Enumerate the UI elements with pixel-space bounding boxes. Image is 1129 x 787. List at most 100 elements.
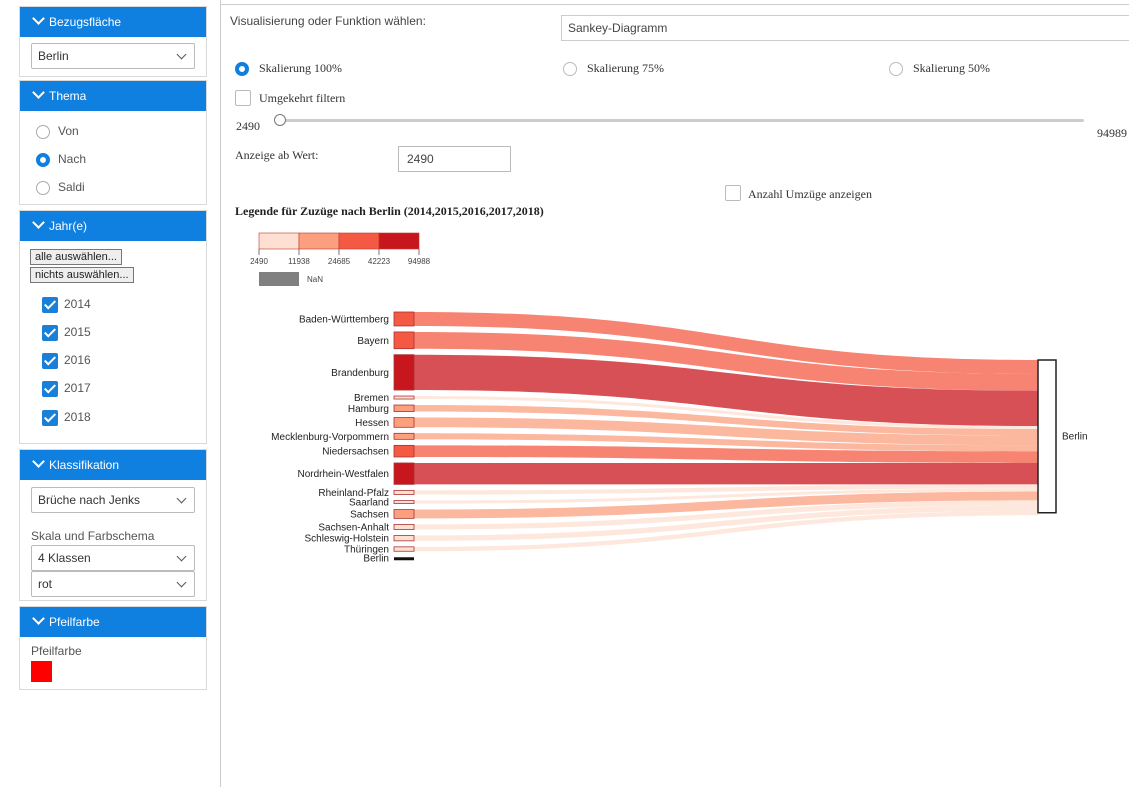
radio-von[interactable]: Von bbox=[36, 122, 79, 140]
radio-label: Skalierung 50% bbox=[913, 61, 990, 75]
radio-selected-icon bbox=[235, 62, 249, 77]
radio-label: Nach bbox=[58, 152, 87, 166]
panel-header-pfeilfarbe[interactable]: Pfeilfarbe bbox=[20, 607, 206, 637]
sankey-link bbox=[414, 462, 1038, 485]
color-swatch[interactable] bbox=[31, 661, 52, 682]
sankey-target-label: Berlin bbox=[1062, 431, 1088, 442]
panel-header-jahre[interactable]: Jahr(e) bbox=[20, 211, 206, 241]
sankey-source-node bbox=[393, 395, 415, 400]
panel-bezugsflaeche: Bezugsfläche Berlin bbox=[19, 6, 207, 77]
legend-break-label: 24685 bbox=[328, 257, 351, 266]
radio-label: Von bbox=[58, 124, 79, 138]
legend-swatch bbox=[298, 232, 340, 250]
radio-label: Saldi bbox=[58, 180, 85, 194]
sankey-source-node bbox=[393, 444, 415, 458]
sankey-source-label: Saarland bbox=[349, 498, 389, 509]
legend-swatch bbox=[338, 232, 380, 250]
sankey-source-node bbox=[393, 546, 415, 552]
year-checkbox-2016[interactable]: 2016 bbox=[42, 353, 91, 369]
sankey-links bbox=[414, 312, 1038, 552]
scaling-radio-50[interactable]: Skalierung 50% bbox=[889, 61, 990, 77]
legend: 2490 11938 24685 42223 94988 NaN bbox=[250, 232, 431, 286]
klassen-value: 4 Klassen bbox=[38, 551, 91, 565]
klassifikation-select[interactable]: Brüche nach Jenks bbox=[31, 487, 195, 513]
panel-header-bezugsflaeche[interactable]: Bezugsfläche bbox=[20, 7, 206, 37]
sankey-source-label: Hessen bbox=[355, 418, 389, 429]
pfeilfarbe-label: Pfeilfarbe bbox=[31, 644, 82, 658]
year-label: 2016 bbox=[64, 353, 91, 368]
panel-thema: Thema Von Nach Saldi bbox=[19, 80, 207, 205]
threshold-input[interactable]: 2490 bbox=[398, 146, 511, 172]
panel-title: Pfeilfarbe bbox=[49, 615, 100, 629]
sankey-source-label: Niedersachsen bbox=[322, 447, 389, 458]
bezugsflaeche-value: Berlin bbox=[38, 49, 69, 63]
year-checkbox-2017[interactable]: 2017 bbox=[42, 381, 91, 397]
sankey-source-node bbox=[393, 331, 415, 350]
year-label: 2015 bbox=[64, 325, 91, 340]
year-label: 2017 bbox=[64, 381, 91, 396]
radio-nach[interactable]: Nach bbox=[36, 150, 86, 168]
farbschema-select[interactable]: rot bbox=[31, 571, 195, 597]
chevron-down-icon bbox=[176, 49, 187, 60]
chevron-down-icon bbox=[32, 86, 45, 99]
chevron-down-icon bbox=[32, 612, 45, 625]
chevron-down-icon bbox=[176, 493, 187, 504]
invert-filter-label: Umgekehrt filtern bbox=[259, 91, 346, 105]
year-checkbox-2014[interactable]: 2014 bbox=[42, 297, 91, 313]
year-label: 2018 bbox=[64, 410, 91, 425]
sankey-source-node bbox=[393, 404, 415, 412]
sankey-source-node bbox=[393, 535, 415, 542]
radio-icon bbox=[563, 62, 577, 77]
radio-saldi[interactable]: Saldi bbox=[36, 178, 85, 196]
checkbox-checked-icon bbox=[42, 410, 58, 426]
klassifikation-value: Brüche nach Jenks bbox=[38, 493, 141, 507]
show-count-checkbox[interactable] bbox=[725, 185, 741, 201]
chevron-down-icon bbox=[176, 577, 187, 588]
sankey-source-label: Mecklenburg-Vorpommern bbox=[271, 432, 389, 443]
select-none-button[interactable]: nichts auswählen... bbox=[30, 267, 134, 283]
sankey-source-label: Nordrhein-Westfalen bbox=[297, 469, 389, 480]
main-area: Visualisierung oder Funktion wählen: San… bbox=[221, 0, 1129, 787]
radio-icon bbox=[889, 62, 903, 77]
sankey-source-node bbox=[394, 557, 414, 561]
sankey-source-label: Berlin bbox=[363, 553, 389, 564]
bezugsflaeche-select[interactable]: Berlin bbox=[31, 43, 195, 69]
sankey-source-node bbox=[393, 500, 415, 504]
legend-break-label: 2490 bbox=[250, 257, 268, 266]
radio-icon bbox=[36, 180, 50, 195]
legend-nan-swatch bbox=[259, 272, 299, 286]
chevron-down-icon bbox=[32, 455, 45, 468]
legend-title: Legende für Zuzüge nach Berlin (2014,201… bbox=[235, 204, 544, 218]
slider-handle[interactable] bbox=[274, 114, 286, 126]
checkbox-checked-icon bbox=[42, 325, 58, 341]
skala-label: Skala und Farbschema bbox=[31, 529, 155, 543]
select-all-button[interactable]: alle auswählen... bbox=[30, 249, 122, 265]
year-checkbox-2015[interactable]: 2015 bbox=[42, 325, 91, 341]
sankey-source-node bbox=[393, 417, 415, 428]
legend-break-label: 11938 bbox=[288, 257, 310, 266]
chevron-down-icon bbox=[32, 216, 45, 229]
sankey-source-node bbox=[393, 354, 415, 391]
sankey-source-node bbox=[393, 509, 415, 519]
slider-max-label: 94989 bbox=[1097, 126, 1127, 140]
panel-title: Klassifikation bbox=[49, 458, 120, 472]
year-checkbox-2018[interactable]: 2018 bbox=[42, 410, 91, 426]
scaling-radio-75[interactable]: Skalierung 75% bbox=[563, 61, 664, 77]
panel-title: Jahr(e) bbox=[49, 219, 88, 233]
sankey-source-node bbox=[393, 462, 415, 485]
panel-pfeilfarbe: Pfeilfarbe Pfeilfarbe bbox=[19, 606, 207, 690]
scaling-radio-100[interactable]: Skalierung 100% bbox=[235, 61, 342, 77]
sankey-source-label: Baden-Württemberg bbox=[299, 314, 389, 325]
panel-header-thema[interactable]: Thema bbox=[20, 81, 206, 111]
klassen-select[interactable]: 4 Klassen bbox=[31, 545, 195, 571]
chevron-down-icon bbox=[32, 12, 45, 25]
sankey-source-label: Sachsen bbox=[350, 509, 389, 520]
sankey-source-node bbox=[393, 489, 415, 495]
panel-header-klassifikation[interactable]: Klassifikation bbox=[20, 450, 206, 480]
checkbox-checked-icon bbox=[42, 297, 58, 313]
slider-track[interactable] bbox=[280, 119, 1084, 122]
invert-filter-checkbox[interactable] bbox=[235, 90, 251, 106]
panel-jahre: Jahr(e) alle auswählen... nichts auswähl… bbox=[19, 210, 207, 444]
vis-select[interactable]: Sankey-Diagramm bbox=[561, 15, 1129, 41]
chevron-down-icon bbox=[176, 551, 187, 562]
